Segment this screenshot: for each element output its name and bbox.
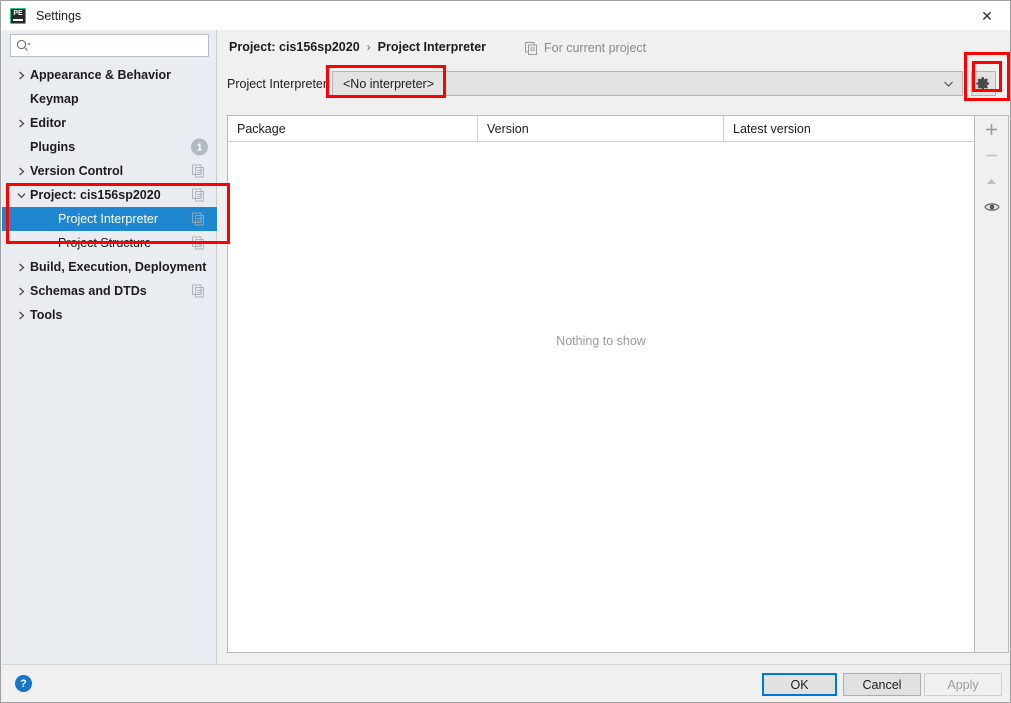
- sidebar-item-version-control[interactable]: Version Control: [2, 159, 217, 183]
- packages-table-header: Package Version Latest version: [228, 116, 974, 142]
- interpreter-dropdown[interactable]: <No interpreter>: [332, 71, 963, 96]
- sidebar-item-label: Editor: [30, 116, 67, 130]
- chevron-right-icon[interactable]: [14, 263, 28, 272]
- packages-toolbar: [975, 115, 1009, 653]
- plugins-update-badge: 1: [191, 138, 208, 156]
- sidebar-item-label: Build, Execution, Deployment: [30, 260, 207, 274]
- sidebar-item-label: Tools: [30, 308, 63, 322]
- packages-table: Package Version Latest version Nothing to …: [227, 115, 975, 653]
- minus-icon: [985, 149, 998, 162]
- copy-icon: [192, 212, 205, 226]
- sidebar-item-schemas-and-dtds[interactable]: Schemas and DTDs: [2, 279, 217, 303]
- sidebar-item-keymap[interactable]: Keymap: [2, 87, 217, 111]
- title-bar: PE Settings ✕: [1, 1, 1010, 30]
- breadcrumb: Project: cis156sp2020 › Project Interpre…: [229, 40, 486, 54]
- for-current-project: For current project: [525, 41, 646, 55]
- eye-icon: [983, 201, 1000, 213]
- arrow-up-icon: [985, 176, 998, 187]
- ok-button[interactable]: OK: [762, 673, 837, 696]
- sidebar-item-label: Appearance & Behavior: [30, 68, 172, 82]
- sidebar-item-appearance-behavior[interactable]: Appearance & Behavior: [2, 63, 217, 87]
- settings-dialog: PE Settings ✕ Appearance & Behavior Keyma…: [0, 0, 1011, 703]
- remove-package-button[interactable]: [975, 142, 1008, 168]
- sidebar-item-project-cis156sp2020[interactable]: Project: cis156sp2020: [2, 183, 217, 207]
- empty-state-message: Nothing to show: [556, 334, 646, 348]
- sidebar-item-label: Schemas and DTDs: [30, 284, 147, 298]
- sidebar-item-project-interpreter[interactable]: Project Interpreter: [2, 207, 217, 231]
- chevron-right-icon[interactable]: [14, 287, 28, 296]
- gear-icon: [976, 76, 991, 91]
- settings-tree: Appearance & Behavior Keymap Editor Plugins…: [2, 63, 217, 327]
- copy-icon: [192, 164, 205, 178]
- chevron-right-icon[interactable]: [14, 311, 28, 320]
- interpreter-value: <No interpreter>: [343, 76, 435, 91]
- sidebar-item-build-execution-deployment[interactable]: Build, Execution, Deployment: [2, 255, 217, 279]
- breadcrumb-root[interactable]: Project: cis156sp2020: [229, 40, 360, 54]
- interpreter-settings-button[interactable]: [971, 71, 996, 96]
- window-title: Settings: [36, 8, 82, 23]
- close-icon[interactable]: ✕: [964, 1, 1010, 30]
- cancel-button[interactable]: Cancel: [843, 673, 921, 696]
- sidebar-item-editor[interactable]: Editor: [2, 111, 217, 135]
- copy-icon: [192, 236, 205, 250]
- chevron-right-icon[interactable]: [14, 71, 28, 80]
- sidebar-item-label: Keymap: [30, 92, 79, 106]
- sidebar-item-label: Project: cis156sp2020: [30, 188, 161, 202]
- chevron-right-icon[interactable]: [14, 119, 28, 128]
- search-icon: [16, 39, 31, 52]
- dialog-footer: ? OK Cancel Apply: [2, 664, 1010, 702]
- column-header-latest-version[interactable]: Latest version: [724, 116, 974, 142]
- show-early-releases-button[interactable]: [975, 194, 1008, 220]
- apply-button: Apply: [924, 673, 1002, 696]
- column-header-version[interactable]: Version: [478, 116, 724, 142]
- breadcrumb-separator-icon: ›: [366, 40, 371, 54]
- plus-icon: [985, 123, 998, 136]
- search-field[interactable]: [10, 34, 209, 57]
- upgrade-package-button[interactable]: [975, 168, 1008, 194]
- pycharm-edu-icon: PE: [10, 7, 26, 24]
- chevron-down-icon: [943, 80, 954, 88]
- sidebar-item-label: Project Interpreter: [58, 212, 159, 226]
- interpreter-label: Project Interpreter:: [227, 77, 331, 91]
- copy-icon: [192, 188, 205, 202]
- chevron-right-icon[interactable]: [14, 167, 28, 176]
- settings-sidebar: Appearance & Behavior Keymap Editor Plugins…: [2, 30, 217, 664]
- copy-icon: [192, 284, 205, 298]
- for-current-project-label: For current project: [544, 41, 647, 55]
- chevron-down-icon[interactable]: [14, 191, 28, 200]
- sidebar-item-project-structure[interactable]: Project Structure: [2, 231, 217, 255]
- sidebar-item-plugins[interactable]: Plugins 1: [2, 135, 217, 159]
- copy-icon: [525, 41, 538, 55]
- sidebar-item-label: Project Structure: [58, 236, 152, 250]
- column-header-package[interactable]: Package: [228, 116, 478, 142]
- help-icon[interactable]: ?: [15, 675, 32, 692]
- search-input[interactable]: [31, 36, 191, 55]
- add-package-button[interactable]: [975, 116, 1008, 142]
- sidebar-item-label: Version Control: [30, 164, 124, 178]
- main-panel: Project: cis156sp2020 › Project Interpre…: [218, 30, 1010, 664]
- breadcrumb-leaf: Project Interpreter: [377, 40, 487, 54]
- sidebar-item-label: Plugins: [30, 140, 76, 154]
- sidebar-item-tools[interactable]: Tools: [2, 303, 217, 327]
